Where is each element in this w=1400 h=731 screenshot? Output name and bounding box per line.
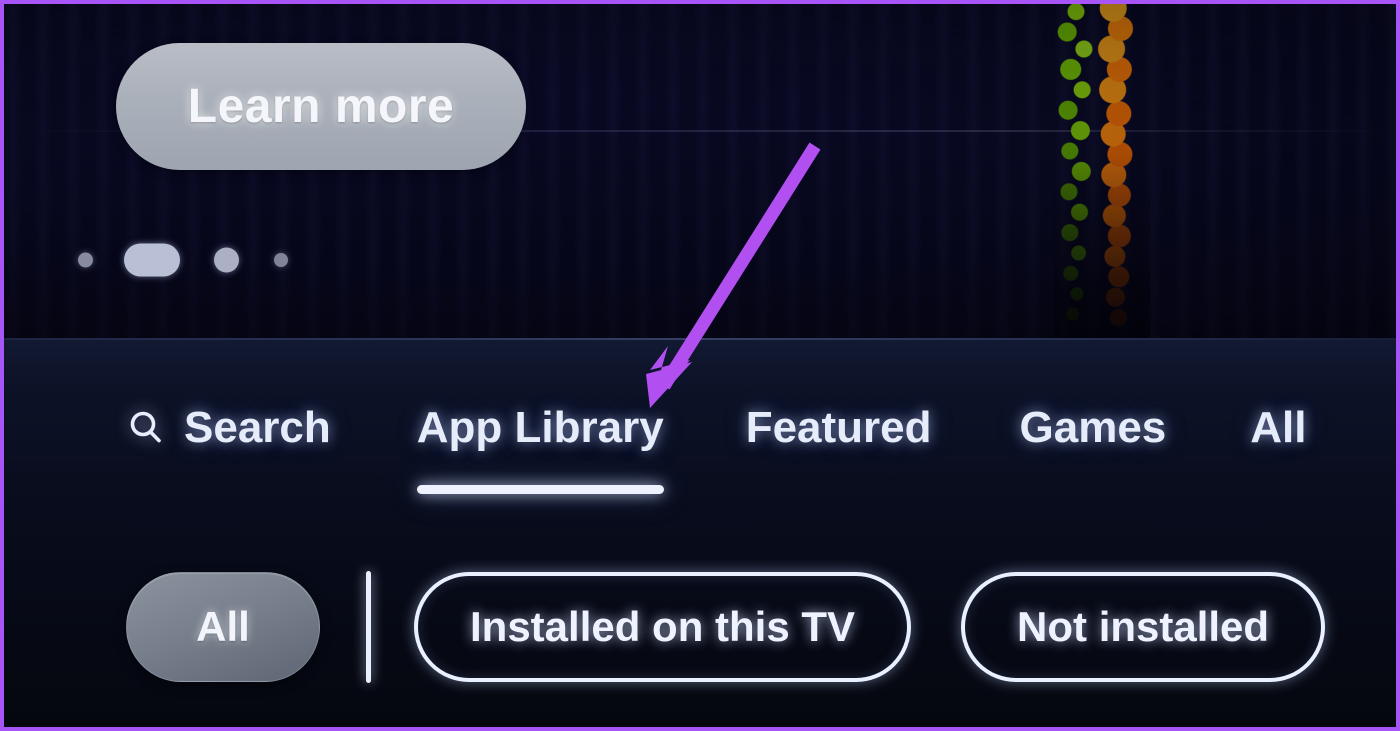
carousel-dot-4[interactable] (274, 253, 288, 267)
nav-item-label: App Library (416, 403, 664, 452)
filter-chip-row: All Installed on this TV Not installed (4, 562, 1396, 692)
nav-item-label: Search (184, 403, 331, 452)
nav-item-label: Games (1019, 403, 1167, 452)
promo-banner[interactable]: Learn more (4, 4, 1396, 338)
nav-item-all[interactable]: All (1250, 392, 1306, 464)
filter-chip-all[interactable]: All (126, 572, 320, 682)
primary-nav: Search App Library Featured Games All (4, 392, 1396, 512)
filter-divider (366, 571, 371, 683)
carousel-dot-2-active[interactable] (124, 243, 180, 277)
filter-chip-not-installed[interactable]: Not installed (961, 572, 1326, 682)
nav-item-label: Featured (745, 403, 932, 452)
nav-item-games[interactable]: Games (1020, 392, 1167, 464)
tv-screen-annotated-screenshot: Learn more Search App Library Featured G… (0, 0, 1400, 731)
carousel-dot-1[interactable] (78, 252, 93, 268)
carousel-dot-3[interactable] (214, 247, 239, 273)
carousel-pagination[interactable] (74, 242, 314, 278)
search-icon (124, 406, 168, 450)
nav-active-underline (416, 485, 664, 494)
filter-chip-installed-on-this-tv[interactable]: Installed on this TV (414, 572, 912, 682)
learn-more-button[interactable]: Learn more (116, 43, 526, 170)
nav-item-featured[interactable]: Featured (746, 392, 932, 464)
nav-item-app-library[interactable]: App Library (416, 392, 664, 494)
nav-item-search[interactable]: Search (124, 392, 331, 464)
nav-item-label: All (1250, 403, 1307, 452)
app-library-panel: Search App Library Featured Games All Al… (4, 338, 1396, 727)
